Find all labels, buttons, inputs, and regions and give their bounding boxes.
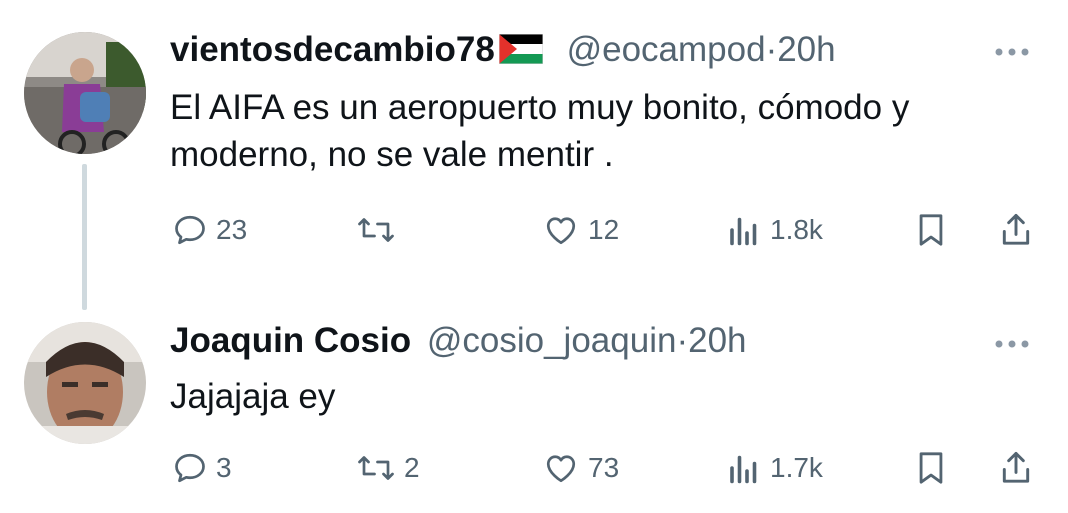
reply-button[interactable]: 3: [172, 446, 232, 490]
tweet-text: El AIFA es un aeropuerto muy bonito, cóm…: [170, 88, 910, 174]
repost-button[interactable]: [356, 208, 404, 252]
views-button[interactable]: 1.8k: [726, 208, 823, 252]
display-name[interactable]: Joaquin Cosio: [170, 321, 411, 360]
reply-count: 23: [216, 214, 248, 245]
views-icon: [730, 217, 757, 246]
share-icon: [1002, 451, 1030, 483]
bookmark-button[interactable]: [914, 208, 948, 252]
views-button[interactable]: 1.7k: [726, 446, 823, 490]
tweet-text: Jajajaja ey: [170, 377, 336, 416]
reply-icon: [175, 453, 205, 483]
bookmark-button[interactable]: [914, 446, 948, 490]
tweet-header: vientosdecambio78 @eocampod·20h: [170, 30, 836, 73]
separator-dot: ·: [765, 30, 778, 69]
share-icon: [1002, 213, 1030, 245]
like-count: 12: [588, 214, 620, 245]
more-options-button[interactable]: [994, 336, 1030, 354]
user-handle[interactable]: @cosio_joaquin: [427, 321, 677, 360]
like-icon: [546, 455, 576, 483]
views-count: 1.8k: [770, 214, 823, 245]
like-count: 73: [588, 452, 620, 483]
share-button[interactable]: [998, 446, 1034, 490]
bookmark-icon: [919, 452, 943, 484]
timestamp[interactable]: 20h: [777, 30, 835, 69]
tweet-actions: 3 2 73 1.7k: [170, 446, 1040, 490]
palestine-flag-icon: [498, 33, 544, 73]
tweet-actions: 23 12 1.8k: [170, 208, 1040, 252]
avatar-joaquin-cosio[interactable]: [24, 322, 146, 444]
share-button[interactable]: [998, 208, 1034, 252]
separator-dot: ·: [676, 321, 689, 360]
avatar-photo-icon: [24, 32, 146, 154]
views-count: 1.7k: [770, 452, 823, 483]
reply-button[interactable]: 23: [172, 208, 247, 252]
reply-count: 3: [216, 452, 232, 483]
thread-connector-line: [82, 164, 87, 310]
display-name[interactable]: vientosdecambio78: [170, 30, 495, 69]
avatar-vientosdecambio78[interactable]: [24, 32, 146, 154]
repost-button[interactable]: 2: [356, 446, 420, 490]
more-icon: [995, 340, 1029, 348]
tweet-1: vientosdecambio78 @eocampod·20h El AIFA …: [0, 0, 1068, 310]
reply-icon: [175, 215, 205, 245]
views-icon: [730, 455, 757, 484]
more-icon: [995, 48, 1029, 56]
like-button[interactable]: 12: [542, 208, 619, 252]
repost-count: 2: [404, 452, 420, 483]
tweet-header: Joaquin Cosio @cosio_joaquin·20h: [170, 321, 747, 361]
repost-icon: [358, 218, 394, 242]
like-icon: [546, 217, 576, 245]
like-button[interactable]: 73: [542, 446, 619, 490]
avatar-photo-icon: [24, 322, 146, 444]
tweet-2: Joaquin Cosio @cosio_joaquin·20h Jajajaj…: [0, 310, 1068, 513]
repost-icon: [358, 456, 394, 480]
user-handle[interactable]: @eocampod: [567, 30, 766, 69]
timestamp[interactable]: 20h: [688, 321, 746, 360]
more-options-button[interactable]: [994, 44, 1030, 62]
bookmark-icon: [919, 214, 943, 246]
